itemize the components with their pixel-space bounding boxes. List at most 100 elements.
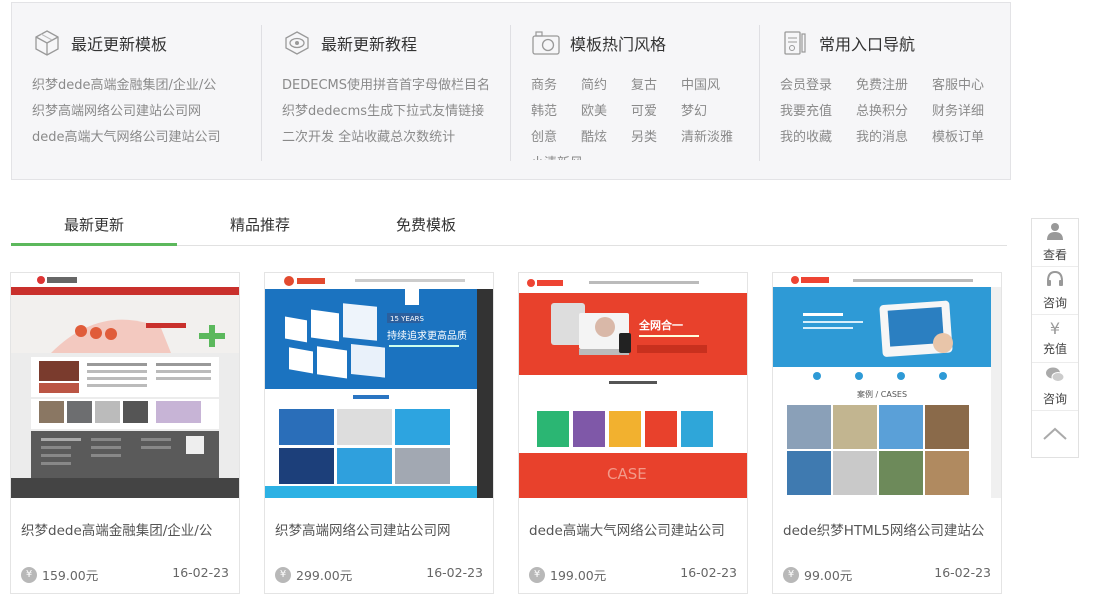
style-tag[interactable]: 韩范	[531, 99, 581, 125]
wechat-icon	[1045, 366, 1065, 388]
clipboard-icon	[780, 28, 810, 58]
float-label: 咨询	[1042, 296, 1067, 310]
chevron-up-icon	[1042, 426, 1068, 445]
card-title[interactable]: 织梦高端网络公司建站公司网	[275, 519, 487, 539]
eye-icon	[282, 28, 312, 58]
price-value: 199.00元	[550, 568, 607, 583]
card-date: 16-02-23	[426, 565, 483, 580]
template-thumbnail[interactable]: 15 YEARS 持续追求更高品质	[265, 273, 493, 498]
section-title: 最新更新教程	[321, 35, 418, 54]
divider	[261, 25, 262, 161]
section-header: 最近更新模板	[32, 27, 167, 59]
style-tag[interactable]: 可爱	[631, 99, 681, 125]
template-card[interactable]: 织梦dede高端金融集团/企业/公 ¥ 159.00元 16-02-23	[10, 272, 240, 594]
section-title: 模板热门风格	[570, 35, 667, 54]
thumb-case-text: 案例 / CASES	[857, 389, 907, 399]
style-tag[interactable]: 小清新风	[531, 151, 583, 160]
card-price: ¥ 199.00元	[529, 565, 606, 584]
yen-icon: ¥	[275, 566, 291, 583]
tutorial-link[interactable]: DEDECMS使用拼音首字母做栏目名	[282, 73, 490, 99]
float-view-button[interactable]: 查看	[1032, 219, 1078, 267]
card-title[interactable]: dede高端大气网络公司建站公司	[529, 519, 741, 539]
template-card[interactable]: 案例 / CASES dede织梦HTML5网络公司建站公 ¥ 99.00元 1…	[772, 272, 1002, 594]
template-link[interactable]: 织梦高端网络公司建站公司网	[32, 99, 221, 125]
style-tag[interactable]: 创意	[531, 125, 581, 151]
card-price: ¥ 299.00元	[275, 565, 352, 584]
thumb-slogan-text: 持续追求更高品质	[387, 329, 467, 342]
float-recharge-button[interactable]: ¥ 充值	[1032, 315, 1078, 363]
divider	[510, 25, 511, 161]
card-title[interactable]: 织梦dede高端金融集团/企业/公	[21, 519, 233, 539]
yen-icon: ¥	[1049, 319, 1061, 338]
float-wechat-button[interactable]: 咨询	[1032, 363, 1078, 411]
price-value: 299.00元	[296, 568, 353, 583]
template-link[interactable]: dede高端大气网络公司建站公司	[32, 125, 221, 151]
style-tag[interactable]: 梦幻	[681, 99, 741, 125]
tutorial-link[interactable]: 二次开发 全站收藏总次数统计	[282, 125, 490, 151]
template-thumbnail[interactable]: 案例 / CASES	[773, 273, 1001, 498]
style-tag[interactable]: 复古	[631, 73, 681, 99]
style-tag[interactable]: 商务	[531, 73, 581, 99]
nav-link-favorites[interactable]: 我的收藏	[780, 125, 856, 151]
card-date: 16-02-23	[934, 565, 991, 580]
yen-icon: ¥	[783, 566, 799, 583]
section-header: 最新更新教程	[282, 27, 417, 59]
float-label: 咨询	[1042, 392, 1067, 406]
nav-link-messages[interactable]: 我的消息	[856, 125, 932, 151]
card-price: ¥ 159.00元	[21, 565, 98, 584]
template-tabs: 最新更新 精品推荐 免费模板	[11, 208, 1007, 246]
section-title: 常用入口导航	[819, 35, 916, 54]
style-tag[interactable]: 酷炫	[581, 125, 631, 151]
yen-icon: ¥	[529, 566, 545, 583]
template-card[interactable]: 全网合一 CASE dede高端大气网络公司建站公司 ¥ 199.00元 16-…	[518, 272, 748, 594]
section-quick-nav: 常用入口导航 会员登录 免费注册 客服中心 我要充值 总换积分 财务详细 我的收…	[780, 3, 1010, 181]
style-tag[interactable]: 简约	[581, 73, 631, 99]
section-latest-tutorials: 最新更新教程 DEDECMS使用拼音首字母做栏目名 织梦dedecms生成下拉式…	[282, 3, 512, 181]
back-to-top-button[interactable]	[1032, 411, 1078, 459]
card-date: 16-02-23	[680, 565, 737, 580]
thumb-years-text: 15 YEARS	[390, 315, 424, 323]
section-latest-templates: 最近更新模板 织梦dede高端金融集团/企业/公 织梦高端网络公司建站公司网 d…	[32, 3, 262, 181]
section-title: 最近更新模板	[71, 35, 168, 54]
nav-link-login[interactable]: 会员登录	[780, 73, 856, 99]
nav-link-recharge[interactable]: 我要充值	[780, 99, 856, 125]
template-thumbnail[interactable]	[11, 273, 239, 498]
section-hot-styles: 模板热门风格 商务 简约 复古 中国风 韩范 欧美 可爱 梦幻 创意 酷炫 另类…	[531, 3, 761, 181]
price-value: 99.00元	[804, 568, 853, 583]
tab-latest[interactable]: 最新更新	[11, 208, 177, 246]
info-panel: 最近更新模板 织梦dede高端金融集团/企业/公 织梦高端网络公司建站公司网 d…	[11, 2, 1011, 180]
nav-link-finance[interactable]: 财务详细	[932, 99, 1008, 125]
cube-icon	[32, 28, 62, 58]
card-title[interactable]: dede织梦HTML5网络公司建站公	[783, 519, 995, 539]
float-consult-button[interactable]: 咨询	[1032, 267, 1078, 315]
tab-free[interactable]: 免费模板	[343, 208, 509, 246]
yen-icon: ¥	[21, 566, 37, 583]
card-date: 16-02-23	[172, 565, 229, 580]
section-header: 模板热门风格	[531, 27, 666, 59]
user-icon	[1046, 222, 1064, 244]
style-tag[interactable]: 中国风	[681, 73, 741, 99]
float-label: 查看	[1042, 248, 1067, 262]
tutorial-link[interactable]: 织梦dedecms生成下拉式友情链接	[282, 99, 490, 125]
card-price: ¥ 99.00元	[783, 565, 852, 584]
nav-link-service[interactable]: 客服中心	[932, 73, 1008, 99]
template-thumbnail[interactable]: 全网合一 CASE	[519, 273, 747, 498]
thumb-slogan-text: 全网合一	[638, 318, 683, 332]
style-tag[interactable]: 欧美	[581, 99, 631, 125]
template-card[interactable]: 15 YEARS 持续追求更高品质 织梦高端网络公司建站公司网 ¥ 299.00…	[264, 272, 494, 594]
style-tag[interactable]: 另类	[631, 125, 681, 151]
section-header: 常用入口导航	[780, 27, 915, 59]
nav-link-orders[interactable]: 模板订单	[932, 125, 1008, 151]
tab-featured[interactable]: 精品推荐	[177, 208, 343, 246]
overflow-tag-clip: 小清新风	[531, 151, 583, 160]
template-link[interactable]: 织梦dede高端金融集团/企业/公	[32, 73, 221, 99]
camera-icon	[531, 28, 561, 58]
nav-link-points[interactable]: 总换积分	[856, 99, 932, 125]
headset-icon	[1046, 270, 1064, 292]
divider	[759, 25, 760, 161]
thumb-case-text: CASE	[607, 465, 647, 483]
style-tag[interactable]: 清新淡雅	[681, 125, 741, 151]
float-toolbar: 查看 咨询 ¥ 充值 咨询	[1031, 218, 1079, 458]
float-label: 充值	[1042, 342, 1067, 356]
nav-link-register[interactable]: 免费注册	[856, 73, 932, 99]
